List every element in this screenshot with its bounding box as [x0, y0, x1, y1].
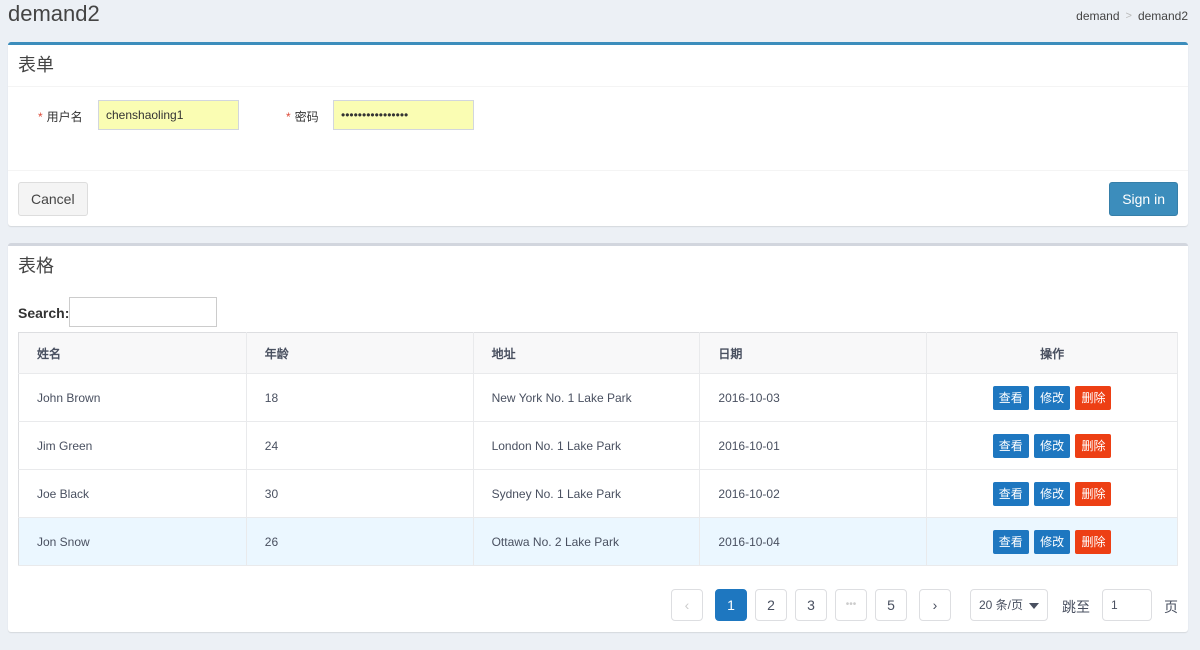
page-size-select[interactable]: 20 条/页 — [970, 589, 1048, 621]
view-button[interactable]: 查看 — [992, 385, 1029, 410]
edit-button[interactable]: 修改 — [1034, 385, 1071, 410]
table-row[interactable]: John Brown 18 New York No. 1 Lake Park 2… — [18, 373, 1178, 422]
cell-actions: 查看 修改 删除 — [926, 517, 1178, 566]
cell-age: 24 — [246, 421, 474, 470]
delete-button[interactable]: 删除 — [1075, 529, 1112, 554]
cell-actions: 查看 修改 删除 — [926, 373, 1178, 422]
cell-name: Jim Green — [18, 421, 247, 470]
cell-date: 2016-10-01 — [699, 421, 928, 470]
chevron-left-icon: ‹ — [684, 597, 690, 613]
column-header-actions: 操作 — [926, 332, 1178, 374]
cell-age: 26 — [246, 517, 474, 566]
username-label: * 用户名 — [38, 108, 83, 125]
password-input[interactable] — [333, 100, 474, 130]
prev-page-button[interactable]: ‹ — [671, 589, 703, 621]
delete-button[interactable]: 删除 — [1075, 433, 1112, 458]
pagination: ‹ 1 2 3 ••• 5 › 20 条/页 跳至 页 — [8, 589, 1188, 621]
delete-button[interactable]: 删除 — [1075, 385, 1112, 410]
cell-date: 2016-10-03 — [699, 373, 928, 422]
cell-address: New York No. 1 Lake Park — [473, 373, 701, 422]
search-input[interactable] — [69, 297, 217, 327]
search-label: Search: — [18, 305, 70, 321]
page-button-3[interactable]: 3 — [795, 589, 827, 621]
data-table: 姓名 年龄 地址 日期 操作 John Brown 18 New York No… — [18, 332, 1178, 566]
cell-date: 2016-10-04 — [699, 517, 928, 566]
column-header-name[interactable]: 姓名 — [18, 332, 247, 374]
jump-page-input[interactable] — [1102, 589, 1152, 621]
table-row[interactable]: Jon Snow 26 Ottawa No. 2 Lake Park 2016-… — [18, 517, 1178, 566]
cell-name: John Brown — [18, 373, 247, 422]
form-row: *用户名 *密码 — [8, 100, 1188, 132]
view-button[interactable]: 查看 — [992, 529, 1029, 554]
page-ellipsis-button[interactable]: ••• — [835, 589, 867, 621]
page-button-5[interactable]: 5 — [875, 589, 907, 621]
sign-in-button[interactable]: Sign in — [1109, 182, 1178, 216]
page-button-1[interactable]: 1 — [715, 589, 747, 621]
table-box-title: 表格 — [18, 256, 54, 276]
form-box: 表单 *用户名 *密码 Cancel Sign in — [8, 42, 1188, 226]
form-box-title: 表单 — [8, 45, 1188, 87]
breadcrumb: demand > demand2 — [1076, 9, 1188, 23]
cell-age: 18 — [246, 373, 474, 422]
cell-actions: 查看 修改 删除 — [926, 469, 1178, 518]
edit-button[interactable]: 修改 — [1034, 481, 1071, 506]
edit-button[interactable]: 修改 — [1034, 433, 1071, 458]
table-row[interactable]: Jim Green 24 London No. 1 Lake Park 2016… — [18, 421, 1178, 470]
cell-name: Jon Snow — [18, 517, 247, 566]
cell-address: Ottawa No. 2 Lake Park — [473, 517, 701, 566]
chevron-right-icon: › — [932, 597, 938, 613]
form-footer: Cancel Sign in — [8, 170, 1188, 227]
cell-age: 30 — [246, 469, 474, 518]
cell-address: London No. 1 Lake Park — [473, 421, 701, 470]
username-label-text: 用户名 — [46, 110, 83, 124]
next-page-button[interactable]: › — [919, 589, 951, 621]
view-button[interactable]: 查看 — [992, 433, 1029, 458]
table-row[interactable]: Joe Black 30 Sydney No. 1 Lake Park 2016… — [18, 469, 1178, 518]
delete-button[interactable]: 删除 — [1075, 481, 1112, 506]
column-header-address[interactable]: 地址 — [473, 332, 701, 374]
required-mark: * — [286, 110, 291, 124]
breadcrumb-item-demand2: demand2 — [1137, 9, 1188, 23]
edit-button[interactable]: 修改 — [1034, 529, 1071, 554]
column-header-age[interactable]: 年龄 — [246, 332, 474, 374]
table-box: 表格 Search: 姓名 年龄 地址 日期 操作 John Brown 18 … — [8, 243, 1188, 632]
page-button-2[interactable]: 2 — [755, 589, 787, 621]
cell-name: Joe Black — [18, 469, 247, 518]
breadcrumb-separator: > — [1125, 10, 1132, 22]
cell-date: 2016-10-02 — [699, 469, 928, 518]
table-header-row: 姓名 年龄 地址 日期 操作 — [18, 332, 1178, 374]
view-button[interactable]: 查看 — [992, 481, 1029, 506]
page-suffix-label: 页 — [1164, 599, 1178, 615]
column-header-date[interactable]: 日期 — [699, 332, 928, 374]
password-label-text: 密码 — [294, 110, 319, 124]
password-label: * 密码 — [286, 108, 319, 125]
username-input[interactable] — [98, 100, 239, 130]
breadcrumb-item-demand[interactable]: demand — [1076, 9, 1119, 23]
caret-down-icon — [1029, 603, 1039, 609]
required-mark: * — [38, 110, 43, 124]
page-size-value: 20 条/页 — [979, 598, 1024, 612]
page-title: demand2 — [8, 1, 100, 26]
cancel-button[interactable]: Cancel — [18, 182, 88, 216]
cell-address: Sydney No. 1 Lake Park — [473, 469, 701, 518]
jump-label: 跳至 — [1062, 599, 1090, 615]
cell-actions: 查看 修改 删除 — [926, 421, 1178, 470]
